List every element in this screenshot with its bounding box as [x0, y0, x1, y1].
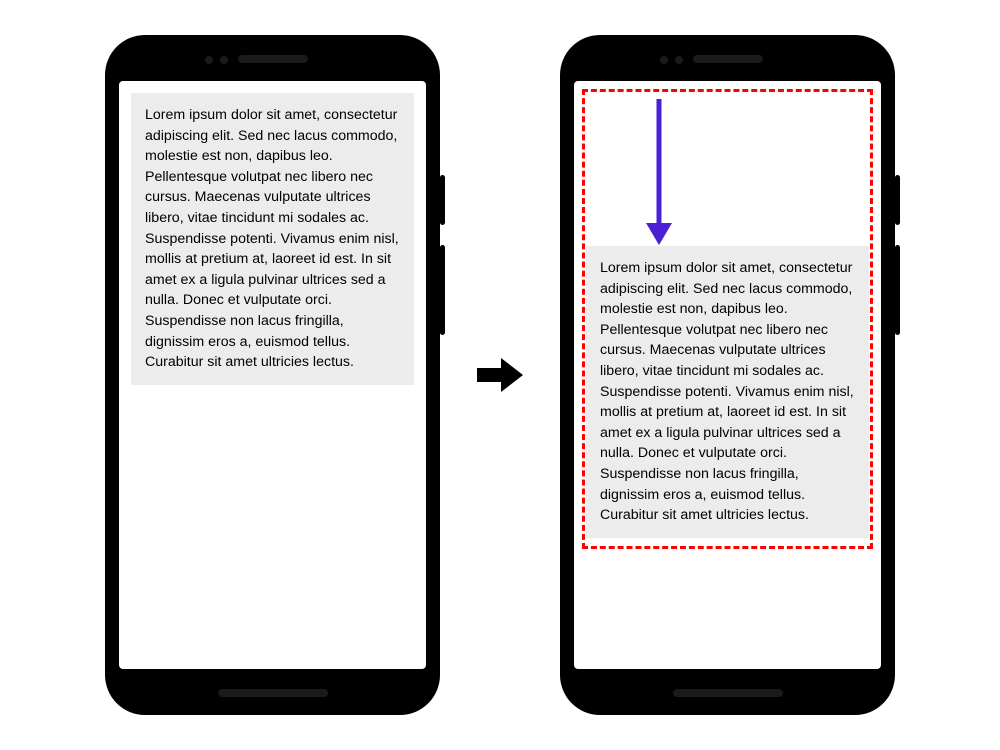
phone-screen-before: Lorem ipsum dolor sit amet, consectetur …	[119, 81, 426, 669]
phone-side-button	[440, 175, 445, 225]
content-block-after: Lorem ipsum dolor sit amet, consectetur …	[586, 246, 869, 538]
phone-side-button	[895, 245, 900, 335]
offset-arrow-icon	[644, 99, 674, 249]
transition-arrow-icon	[470, 345, 530, 405]
phone-home-bar-icon	[673, 689, 783, 697]
phone-sensor-icon	[205, 56, 213, 64]
phone-sensor-icon	[660, 56, 668, 64]
phone-after: Lorem ipsum dolor sit amet, consectetur …	[560, 35, 895, 715]
phone-sensor-icon	[675, 56, 683, 64]
phone-home-bar-icon	[218, 689, 328, 697]
diagram-stage: Lorem ipsum dolor sit amet, consectetur …	[50, 20, 950, 730]
phone-earpiece-icon	[238, 55, 308, 63]
phone-earpiece-icon	[693, 55, 763, 63]
phone-side-button	[895, 175, 900, 225]
phone-screen-after: Lorem ipsum dolor sit amet, consectetur …	[574, 81, 881, 669]
content-block-before: Lorem ipsum dolor sit amet, consectetur …	[131, 93, 414, 385]
phone-sensor-icon	[220, 56, 228, 64]
phone-before: Lorem ipsum dolor sit amet, consectetur …	[105, 35, 440, 715]
phone-side-button	[440, 245, 445, 335]
